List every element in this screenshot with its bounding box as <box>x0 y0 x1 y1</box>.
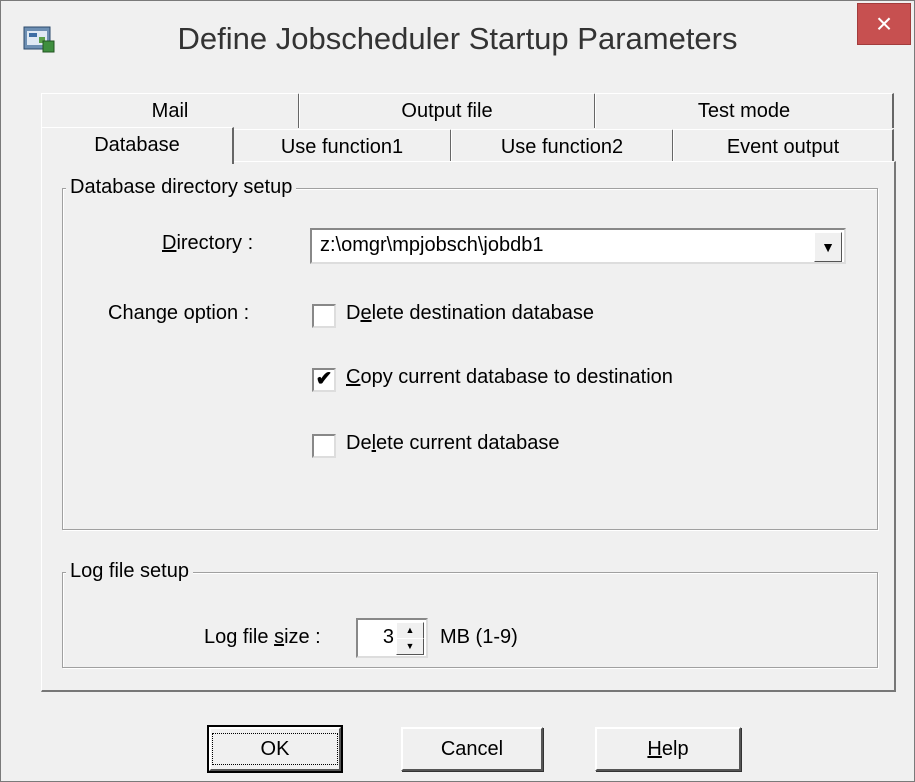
change-option-label: Change option : <box>108 302 250 324</box>
directory-value: z:\omgr\mpjobsch\jobdb1 <box>320 234 544 256</box>
ok-button[interactable]: OK <box>207 725 343 773</box>
tab-panel-database: Database directory setup Directory : z:\… <box>41 161 896 692</box>
log-file-size-label: Log file size : <box>204 626 321 648</box>
log-file-group <box>62 572 878 668</box>
close-icon: × <box>875 8 893 39</box>
checkbox-label: Copy current database to destination <box>346 366 673 388</box>
help-button[interactable]: Help <box>595 727 741 771</box>
cancel-button[interactable]: Cancel <box>401 727 543 771</box>
close-button[interactable]: × <box>857 3 911 45</box>
log-file-size-value: 3 <box>382 626 394 648</box>
checkbox-box-checked[interactable]: ✔ <box>312 368 336 392</box>
checkbox-box[interactable] <box>312 304 336 328</box>
title-bar[interactable]: Define Jobscheduler Startup Parameters × <box>1 1 914 85</box>
tab-mail[interactable]: Mail <box>41 93 300 128</box>
directory-combobox[interactable]: z:\omgr\mpjobsch\jobdb1 ▼ <box>310 228 846 264</box>
tab-output-file[interactable]: Output file <box>299 93 596 128</box>
log-file-size-spinner[interactable]: 3 ▲ ▼ <box>356 618 428 658</box>
tab-event-output[interactable]: Event output <box>673 129 894 164</box>
directory-label: Directory : <box>162 232 254 254</box>
checkbox-label: Delete destination database <box>346 302 594 324</box>
checkbox-box[interactable] <box>312 434 336 458</box>
log-file-legend: Log file setup <box>66 560 193 583</box>
tab-test-mode[interactable]: Test mode <box>595 93 894 128</box>
tab-use-function1[interactable]: Use function1 <box>233 129 452 164</box>
checkbox-label: Delete current database <box>346 432 560 454</box>
spin-down-icon[interactable]: ▼ <box>396 638 424 655</box>
tab-use-function2[interactable]: Use function2 <box>451 129 674 164</box>
window-title: Define Jobscheduler Startup Parameters <box>177 21 738 56</box>
spin-up-icon[interactable]: ▲ <box>396 622 424 639</box>
tab-database[interactable]: Database <box>41 127 234 164</box>
log-file-size-unit: MB (1-9) <box>440 626 518 648</box>
chevron-down-icon[interactable]: ▼ <box>814 232 842 262</box>
dialog-window: Define Jobscheduler Startup Parameters ×… <box>0 0 915 782</box>
database-directory-legend: Database directory setup <box>66 176 297 199</box>
